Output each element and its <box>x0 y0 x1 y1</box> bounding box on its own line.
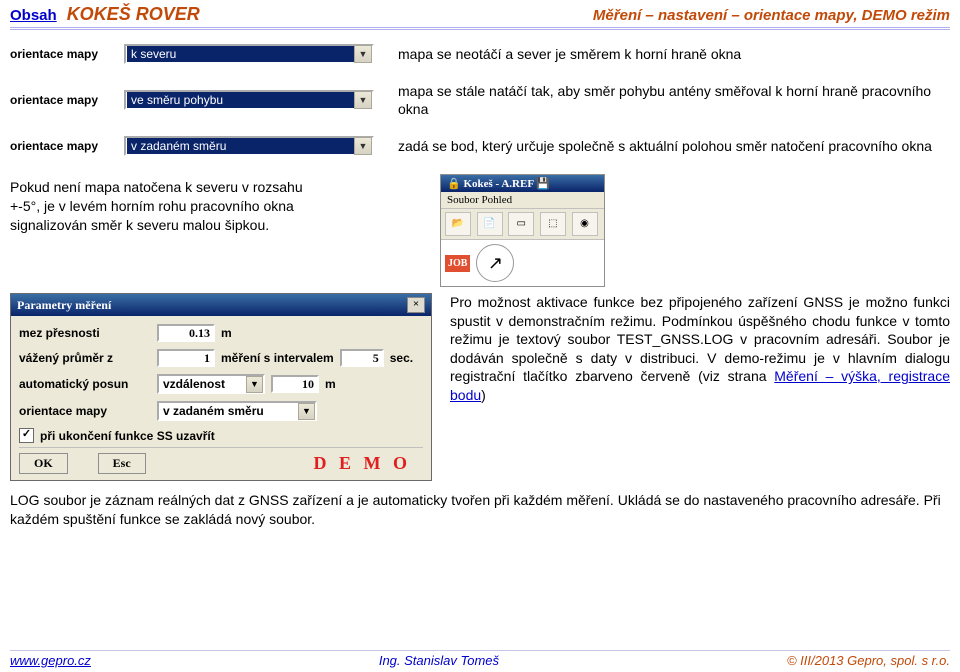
chevron-down-icon[interactable]: ▼ <box>298 403 315 420</box>
footer-copyright: © III/2013 Gepro, spol. s r.o. <box>787 653 950 668</box>
compass-icon: ↗ <box>476 244 514 282</box>
auto-distance-input[interactable]: 10 <box>271 375 319 393</box>
chevron-down-icon[interactable]: ▼ <box>354 137 372 155</box>
combo-row-1: orientace mapy k severu ▼ mapa se neotáč… <box>10 44 950 64</box>
combo-desc-3: zadá se bod, který určuje společně s akt… <box>398 137 932 155</box>
chevron-down-icon[interactable]: ▼ <box>354 91 372 109</box>
orient-select[interactable]: v zadaném směru ▼ <box>157 401 317 421</box>
chevron-down-icon[interactable]: ▼ <box>246 376 263 393</box>
ok-button[interactable]: OK <box>19 453 68 474</box>
header-left: Obsah KOKEŠ ROVER <box>10 4 200 25</box>
interval-input[interactable]: 5 <box>340 349 384 367</box>
auto-label: automatický posun <box>19 377 151 391</box>
dialog-titlebar: Parametry měření × <box>11 294 431 316</box>
combo-desc-2: mapa se stále natáčí tak, aby směr pohyb… <box>398 82 938 118</box>
orientation-select-1[interactable]: k severu ▼ <box>124 44 374 64</box>
footer-link[interactable]: www.gepro.cz <box>10 653 91 668</box>
section-title: Měření – nastavení – orientace mapy, DEM… <box>593 7 950 24</box>
weighted-row: vážený průměr z 1 měření s intervalem 5 … <box>19 349 423 367</box>
dialog-body: mez přesnosti 0.13 m vážený průměr z 1 m… <box>11 316 431 480</box>
orientation-select-3[interactable]: v zadaném směru ▼ <box>124 136 374 156</box>
kokes-menubar[interactable]: Soubor Pohled <box>441 192 604 209</box>
kokes-titlebar: 🔒 Kokeš - A.REF 💾 <box>441 175 604 192</box>
footer-author: Ing. Stanislav Tomeš <box>379 653 499 668</box>
header-divider <box>10 27 950 30</box>
weighted-count-input[interactable]: 1 <box>157 349 215 367</box>
arrow-note: Pokud není mapa natočena k severu v rozs… <box>10 178 320 235</box>
demo-tail: ) <box>481 387 486 403</box>
dialog-button-row: OK Esc D E M O <box>19 447 423 474</box>
page-header: Obsah KOKEŠ ROVER Měření – nastavení – o… <box>10 4 950 25</box>
tool-icon[interactable]: ⬚ <box>540 212 566 236</box>
kokes-body: JOB ↗ <box>441 240 604 286</box>
demo-description: Pro možnost aktivace funkce bez připojen… <box>450 293 950 481</box>
tool-icon[interactable]: ◉ <box>572 212 598 236</box>
orientation-select-2[interactable]: ve směru pohybu ▼ <box>124 90 374 110</box>
demo-section: Parametry měření × mez přesnosti 0.13 m … <box>10 293 950 481</box>
tool-icon[interactable]: 📂 <box>445 212 471 236</box>
esc-button[interactable]: Esc <box>98 453 146 474</box>
weighted-label: vážený průměr z <box>19 351 151 365</box>
select-value: ve směru pohybu <box>127 92 354 108</box>
select-value: v zadaném směru <box>159 404 298 418</box>
combo-label: orientace mapy <box>10 93 120 107</box>
combo-row-2: orientace mapy ve směru pohybu ▼ mapa se… <box>10 82 950 118</box>
kokes-title-text: Kokeš - A.REF <box>463 178 533 190</box>
dialog-title: Parametry měření <box>17 298 111 313</box>
weighted-mid: měření s intervalem <box>221 351 334 365</box>
accuracy-unit: m <box>221 326 232 340</box>
tool-icon[interactable]: ▭ <box>508 212 534 236</box>
kokes-toolbar: 📂 📄 ▭ ⬚ ◉ <box>441 209 604 240</box>
chevron-down-icon[interactable]: ▼ <box>354 45 372 63</box>
job-badge: JOB <box>445 255 470 272</box>
close-ss-checkbox-row: ✓ při ukončení funkce SS uzavřít <box>19 428 423 443</box>
checkbox-label: při ukončení funkce SS uzavřít <box>40 429 215 443</box>
interval-unit: sec. <box>390 351 413 365</box>
auto-mode-select[interactable]: vzdálenost ▼ <box>157 374 265 394</box>
auto-unit: m <box>325 377 336 391</box>
close-icon[interactable]: × <box>407 297 425 313</box>
combo-row-3: orientace mapy v zadaném směru ▼ zadá se… <box>10 136 950 156</box>
orient-label: orientace mapy <box>19 404 151 418</box>
app-title: KOKEŠ ROVER <box>67 4 200 25</box>
combo-label: orientace mapy <box>10 139 120 153</box>
log-file-note: LOG soubor je záznam reálných dat z GNSS… <box>10 491 950 528</box>
checkbox[interactable]: ✓ <box>19 428 34 443</box>
after-combos-row: Pokud není mapa natočena k severu v rozs… <box>10 174 950 287</box>
page-footer: www.gepro.cz Ing. Stanislav Tomeš © III/… <box>10 650 950 668</box>
auto-row: automatický posun vzdálenost ▼ 10 m <box>19 374 423 394</box>
select-value: v zadaném směru <box>127 138 354 154</box>
demo-indicator: D E M O <box>314 453 424 474</box>
select-value: k severu <box>127 46 354 62</box>
select-value: vzdálenost <box>159 377 246 391</box>
kokes-mini-window: 🔒 Kokeš - A.REF 💾 Soubor Pohled 📂 📄 ▭ ⬚ … <box>440 174 605 287</box>
combo-desc-1: mapa se neotáčí a sever je směrem k horn… <box>398 45 741 63</box>
accuracy-row: mez přesnosti 0.13 m <box>19 324 423 342</box>
orient-row: orientace mapy v zadaném směru ▼ <box>19 401 423 421</box>
parametry-mereni-dialog: Parametry měření × mez přesnosti 0.13 m … <box>10 293 432 481</box>
tool-icon[interactable]: 📄 <box>477 212 503 236</box>
contents-link[interactable]: Obsah <box>10 7 57 24</box>
accuracy-input[interactable]: 0.13 <box>157 324 215 342</box>
combo-label: orientace mapy <box>10 47 120 61</box>
accuracy-label: mez přesnosti <box>19 326 151 340</box>
